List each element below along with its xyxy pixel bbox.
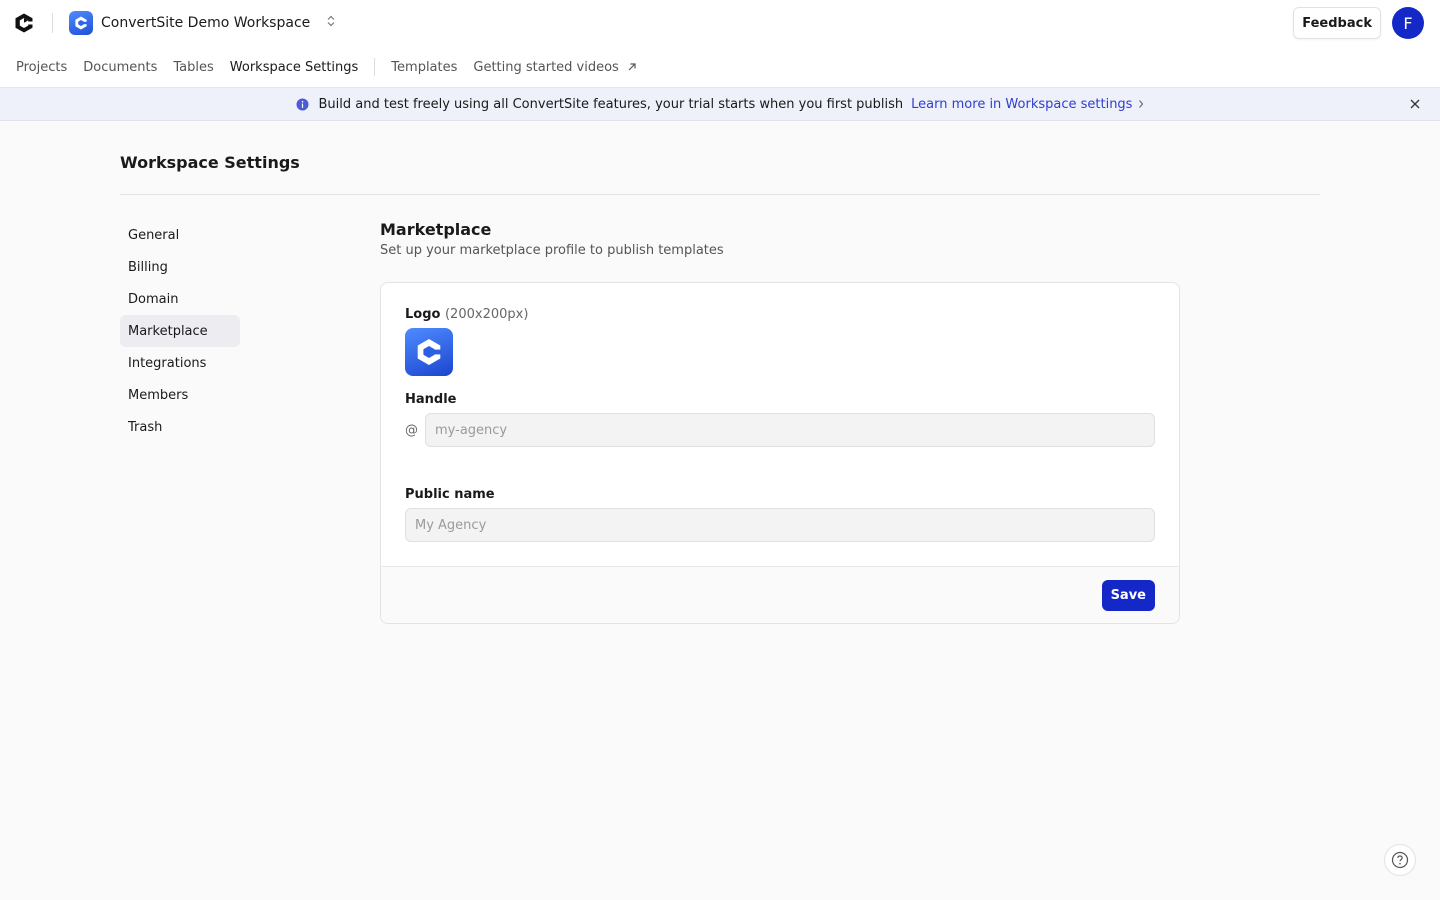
workspace-cube-icon	[69, 11, 93, 35]
logo-label-text: Logo	[405, 307, 441, 322]
nav-documents[interactable]: Documents	[83, 46, 157, 88]
chevron-up-down-icon	[326, 15, 336, 31]
save-button[interactable]: Save	[1101, 579, 1155, 611]
handle-row: @	[405, 413, 1155, 447]
sidebar-item-members[interactable]: Members	[120, 379, 240, 411]
help-circle-icon	[1391, 851, 1409, 869]
marketplace-card: Logo (200x200px) Handle @ Public name Sa…	[380, 282, 1180, 624]
main-nav: Projects Documents Tables Workspace Sett…	[0, 46, 1440, 89]
marketplace-section: Marketplace Set up your marketplace prof…	[380, 220, 1180, 624]
public-name-input[interactable]	[405, 508, 1155, 542]
banner-learn-more-link[interactable]: Learn more in Workspace settings	[911, 97, 1144, 112]
section-title: Marketplace	[380, 220, 492, 239]
banner-link-label: Learn more in Workspace settings	[911, 96, 1133, 112]
nav-tables[interactable]: Tables	[173, 46, 213, 88]
page-divider	[120, 194, 1320, 195]
public-name-label: Public name	[405, 487, 495, 502]
trial-banner: Build and test freely using all ConvertS…	[0, 88, 1440, 121]
sidebar-item-marketplace[interactable]: Marketplace	[120, 315, 240, 347]
card-body: Logo (200x200px) Handle @ Public name	[381, 283, 1179, 566]
logo-label: Logo (200x200px)	[405, 307, 1155, 322]
settings-sidebar: General Billing Domain Marketplace Integ…	[120, 219, 240, 443]
chevron-right-icon	[1139, 100, 1144, 108]
header-row: ConvertSite Demo Workspace Feedback F	[0, 0, 1440, 46]
handle-prefix: @	[405, 422, 418, 438]
sidebar-item-general[interactable]: General	[120, 219, 240, 251]
arrow-up-right-icon	[627, 62, 637, 72]
sidebar-item-integrations[interactable]: Integrations	[120, 347, 240, 379]
card-footer: Save	[381, 566, 1179, 623]
convertsite-cube-icon	[417, 339, 441, 365]
handle-input[interactable]	[425, 413, 1155, 447]
logo-upload[interactable]	[405, 328, 453, 376]
app-logo-icon[interactable]	[12, 11, 36, 35]
nav-getting-started-label: Getting started videos	[473, 59, 619, 75]
nav-workspace-settings[interactable]: Workspace Settings	[229, 46, 358, 89]
section-subtitle: Set up your marketplace profile to publi…	[380, 243, 724, 258]
close-icon[interactable]	[1408, 97, 1422, 111]
help-button[interactable]	[1384, 844, 1416, 876]
user-avatar[interactable]: F	[1392, 7, 1424, 39]
banner-text: Build and test freely using all ConvertS…	[318, 96, 904, 112]
header-divider	[52, 13, 53, 33]
logo-size-hint: (200x200px)	[444, 307, 529, 322]
page-title: Workspace Settings	[120, 153, 300, 172]
feedback-button[interactable]: Feedback	[1293, 7, 1381, 39]
nav-getting-started-videos[interactable]: Getting started videos	[473, 46, 636, 88]
info-circle-icon	[296, 98, 309, 111]
nav-separator	[374, 58, 376, 76]
sidebar-item-trash[interactable]: Trash	[120, 411, 240, 443]
sidebar-item-domain[interactable]: Domain	[120, 283, 240, 315]
workspace-switcher[interactable]: ConvertSite Demo Workspace	[69, 11, 336, 35]
workspace-name: ConvertSite Demo Workspace	[101, 15, 311, 31]
top-header: ConvertSite Demo Workspace Feedback F Pr…	[0, 0, 1440, 89]
nav-projects[interactable]: Projects	[16, 46, 67, 88]
nav-templates[interactable]: Templates	[391, 46, 457, 88]
sidebar-item-billing[interactable]: Billing	[120, 251, 240, 283]
handle-label: Handle	[405, 392, 457, 407]
